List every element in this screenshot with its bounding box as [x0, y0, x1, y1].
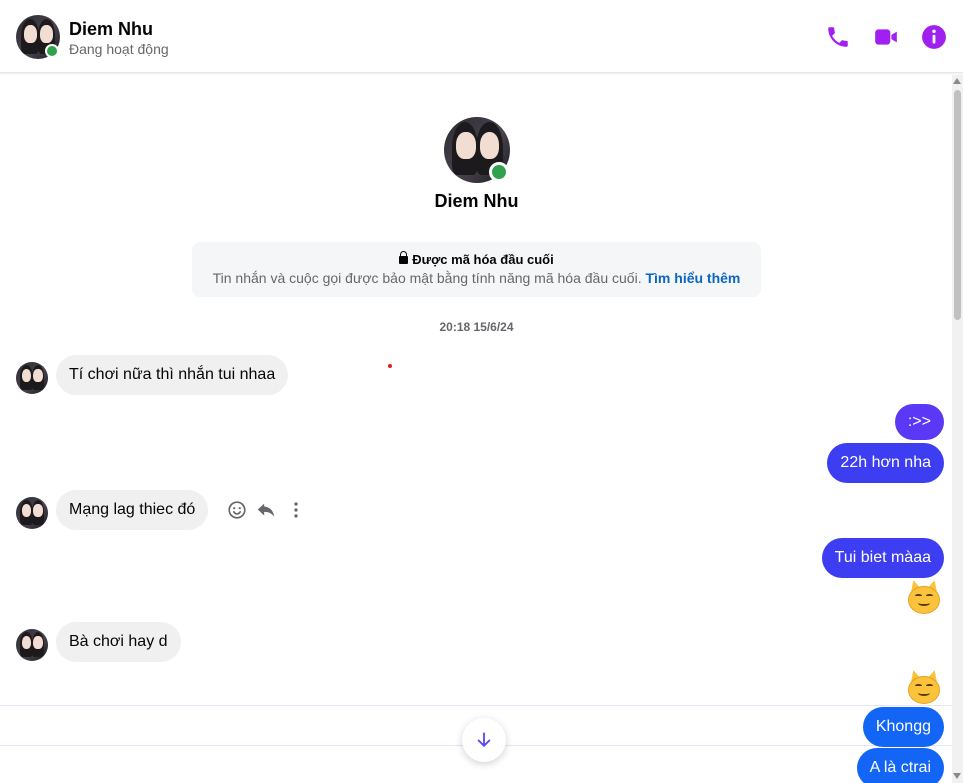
message-bubble-outgoing[interactable]: 22h hơn nha [827, 443, 944, 483]
avatar[interactable] [16, 362, 48, 394]
scroll-thumb[interactable] [954, 90, 961, 320]
info-icon[interactable] [921, 24, 947, 50]
more-options-icon[interactable] [285, 499, 307, 521]
reply-icon[interactable] [255, 499, 277, 521]
lock-icon [399, 251, 409, 264]
react-emoji-icon[interactable] [226, 499, 248, 521]
smirking-cat-emoji-icon[interactable] [906, 578, 942, 614]
contact-name[interactable]: Diem Nhu [69, 19, 153, 40]
scroll-down-arrow[interactable] [953, 773, 961, 779]
encryption-notice: Được mã hóa đầu cuối Tin nhắn và cuộc gọ… [192, 242, 761, 297]
arrow-down-icon [477, 732, 491, 747]
encryption-title: Được mã hóa đầu cuối [192, 251, 761, 267]
divider [0, 705, 952, 706]
message-bubble-outgoing[interactable]: A là ctrai [856, 748, 944, 783]
message-bubble-outgoing[interactable]: :>> [894, 404, 944, 440]
chat-header: Diem Nhu Đang hoạt động [0, 0, 963, 73]
message-bubble-incoming[interactable]: Mạng lag thiec đó [56, 490, 209, 530]
encryption-description: Tin nhắn và cuộc gọi được bảo mật bằng t… [212, 270, 741, 286]
profile-name: Diem Nhu [434, 191, 519, 211]
avatar[interactable] [16, 497, 48, 529]
message-bubble-incoming[interactable]: Bà chơi hay d [56, 622, 181, 662]
message-timestamp: 20:18 15/6/24 [439, 320, 514, 334]
message-bubble-outgoing[interactable]: Tui biet màaa [821, 538, 944, 578]
message-bubble-incoming[interactable]: Tí chơi nữa thì nhắn tui nhaa [56, 355, 289, 395]
smirking-cat-emoji-icon[interactable] [906, 668, 942, 704]
contact-status: Đang hoạt động [69, 41, 169, 57]
online-status-dot [45, 44, 59, 58]
video-call-icon[interactable] [873, 24, 899, 50]
cursor-dot [388, 364, 392, 368]
avatar[interactable] [16, 629, 48, 661]
scroll-up-arrow[interactable] [953, 78, 961, 84]
scroll-to-bottom-button[interactable] [462, 718, 506, 762]
message-bubble-outgoing[interactable]: Khongg [862, 707, 944, 747]
phone-icon[interactable] [825, 24, 851, 50]
online-status-dot [489, 162, 509, 182]
learn-more-link[interactable]: Tìm hiểu thêm [645, 270, 740, 286]
